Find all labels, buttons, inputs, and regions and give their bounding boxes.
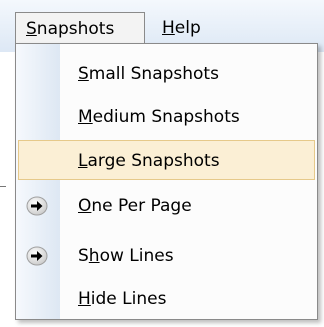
one-per-page-accel: O <box>78 196 92 216</box>
menubar-snapshots-label: napshots <box>36 19 115 39</box>
menu-item-one-per-page[interactable]: One Per Page <box>18 186 315 226</box>
menubar-help-label: elp <box>174 18 201 38</box>
menubar-help[interactable]: Help <box>150 12 209 44</box>
menubar-help-accel: H <box>162 18 175 38</box>
show-lines-label: ow Lines <box>99 246 174 266</box>
background-edge-mark <box>0 186 6 187</box>
medium-snapshots-accel: M <box>78 107 93 127</box>
menu-item-large-snapshots[interactable]: Large Snapshots <box>18 140 315 180</box>
menubar-snapshots-accel: S <box>26 19 37 39</box>
show-lines-accel: h <box>88 246 100 266</box>
menu-item-small-snapshots[interactable]: Small Snapshots <box>18 54 315 94</box>
one-per-page-label: ne Per Page <box>91 196 192 216</box>
menubar-snapshots[interactable]: Snapshots <box>15 12 145 44</box>
right-arrow-bullet-icon <box>26 246 48 266</box>
large-snapshots-label: arge Snapshots <box>87 151 220 171</box>
medium-snapshots-label: edium Snapshots <box>92 107 240 127</box>
menu-item-show-lines[interactable]: Show Lines <box>18 236 315 276</box>
right-arrow-bullet-icon <box>26 196 48 216</box>
snapshots-dropdown-menu: Small Snapshots Medium Snapshots Large S… <box>15 43 318 320</box>
small-snapshots-label: mall Snapshots <box>88 64 219 84</box>
small-snapshots-accel: S <box>78 64 89 84</box>
hide-lines-label: ide Lines <box>90 289 167 309</box>
menu-item-hide-lines[interactable]: Hide Lines <box>18 279 315 319</box>
show-lines-prefix: S <box>78 246 89 266</box>
menu-item-medium-snapshots[interactable]: Medium Snapshots <box>18 97 315 137</box>
hide-lines-accel: H <box>78 289 91 309</box>
